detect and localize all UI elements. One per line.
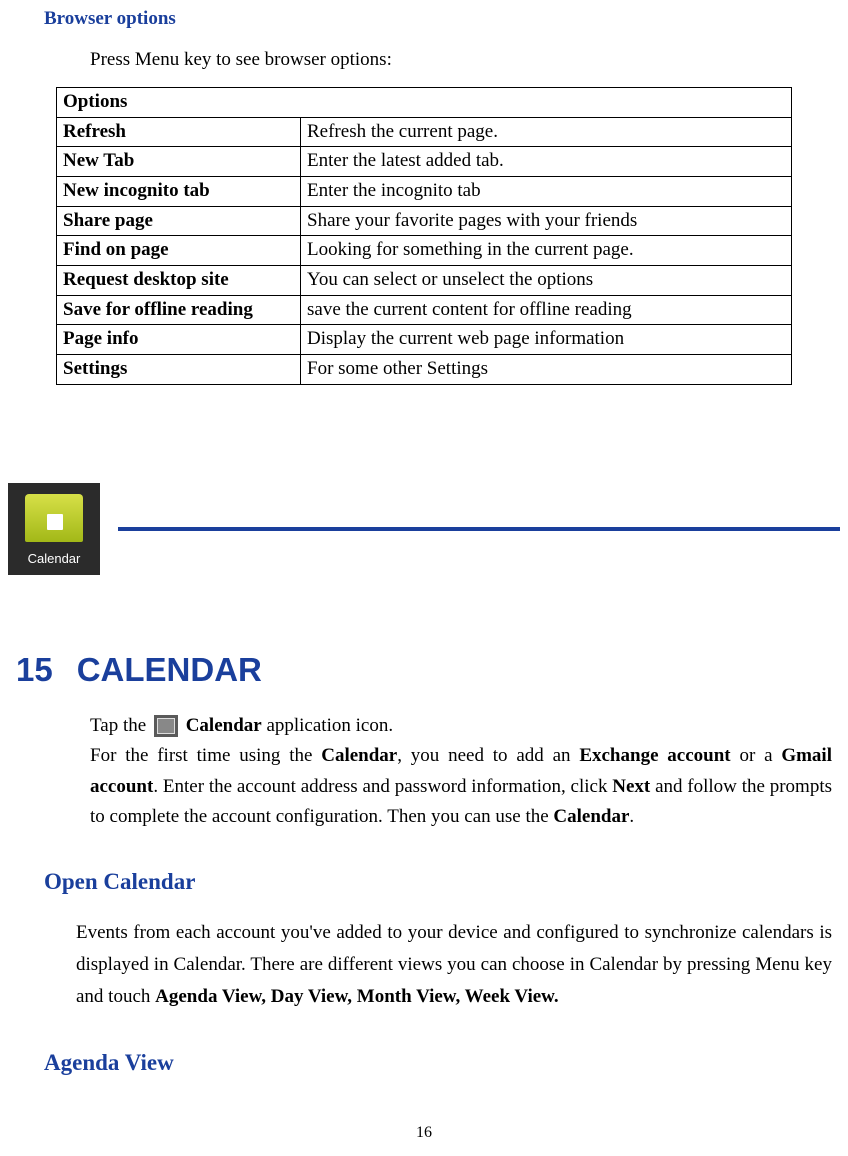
calendar-inline-icon: [154, 715, 178, 737]
page-number: 16: [0, 1122, 848, 1144]
option-name: Request desktop site: [57, 266, 301, 296]
table-row: Page info Display the current web page i…: [57, 325, 792, 355]
table-header-row: Options: [57, 88, 792, 118]
chapter-number: 15: [16, 651, 53, 688]
chapter-title: 15 CALENDAR: [16, 647, 840, 693]
table-row: Share page Share your favorite pages wit…: [57, 206, 792, 236]
calendar-app-icon: Calendar: [8, 483, 100, 575]
option-desc: Looking for something in the current pag…: [301, 236, 792, 266]
text-bold: Calendar: [553, 806, 629, 827]
table-row: Settings For some other Settings: [57, 354, 792, 384]
table-row: Refresh Refresh the current page.: [57, 117, 792, 147]
table-row: New incognito tab Enter the incognito ta…: [57, 177, 792, 207]
option-desc: Display the current web page information: [301, 325, 792, 355]
browser-options-table: Options Refresh Refresh the current page…: [56, 87, 792, 384]
option-name: Settings: [57, 354, 301, 384]
table-row: Request desktop site You can select or u…: [57, 266, 792, 296]
open-calendar-body: Events from each account you've added to…: [76, 917, 832, 1014]
text: Tap the: [90, 715, 151, 736]
option-desc: Enter the incognito tab: [301, 177, 792, 207]
option-name: Page info: [57, 325, 301, 355]
text-bold: Calendar: [321, 745, 397, 766]
calendar-icon: [25, 494, 83, 542]
text: . Enter the account address and password…: [153, 776, 612, 797]
text: .: [629, 806, 634, 827]
browser-word: Browser: [44, 8, 112, 29]
open-calendar-heading: Open Calendar: [44, 866, 840, 898]
calendar-intro-paragraph: Tap the Calendar application icon. For t…: [90, 711, 832, 833]
text-bold: Agenda View, Day View, Month View, Week …: [155, 986, 558, 1007]
table-row: Save for offline reading save the curren…: [57, 295, 792, 325]
divider-line: [118, 527, 840, 531]
option-name: Share page: [57, 206, 301, 236]
table-header-options: Options: [57, 88, 792, 118]
option-desc: Refresh the current page.: [301, 117, 792, 147]
option-name: Refresh: [57, 117, 301, 147]
intro-text: Press Menu key to see browser options:: [90, 47, 840, 74]
option-desc: Share your favorite pages with your frie…: [301, 206, 792, 236]
calendar-app-label: Calendar: [28, 550, 81, 568]
agenda-view-heading: Agenda View: [44, 1047, 840, 1079]
option-desc: For some other Settings: [301, 354, 792, 384]
section-title-browser-options: Browser options: [44, 6, 840, 33]
table-row: Find on page Looking for something in th…: [57, 236, 792, 266]
text: or a: [731, 745, 782, 766]
option-name: New Tab: [57, 147, 301, 177]
text-bold: Next: [612, 776, 650, 797]
chapter-name: CALENDAR: [77, 651, 262, 688]
option-desc: Enter the latest added tab.: [301, 147, 792, 177]
chapter-divider: Calendar: [8, 483, 840, 575]
option-name: Find on page: [57, 236, 301, 266]
option-name: Save for offline reading: [57, 295, 301, 325]
option-desc: You can select or unselect the options: [301, 266, 792, 296]
table-row: New Tab Enter the latest added tab.: [57, 147, 792, 177]
text-bold: Exchange account: [579, 745, 730, 766]
text: For the first time using the: [90, 745, 321, 766]
text: , you need to add an: [397, 745, 579, 766]
text: application icon.: [262, 715, 393, 736]
option-desc: save the current content for offline rea…: [301, 295, 792, 325]
options-word: options: [112, 8, 176, 29]
text-bold: Calendar: [181, 715, 262, 736]
option-name: New incognito tab: [57, 177, 301, 207]
